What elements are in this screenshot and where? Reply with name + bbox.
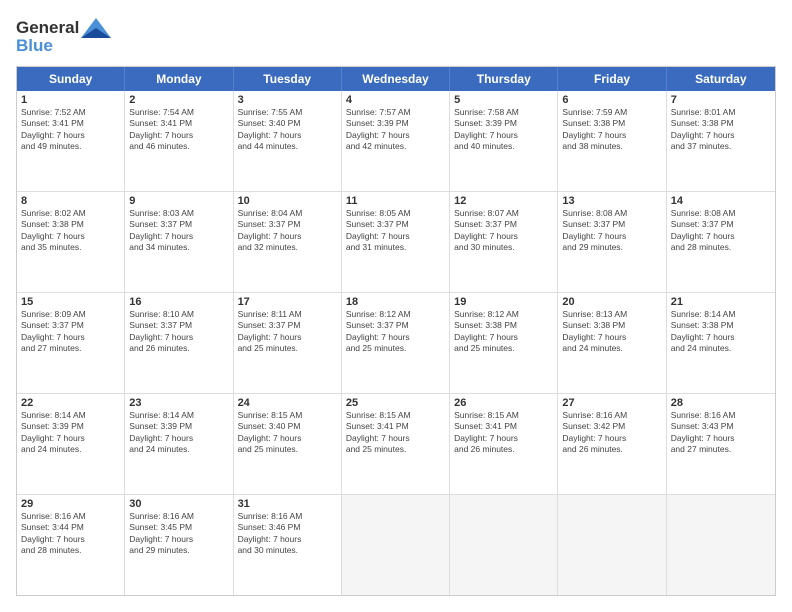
calendar-cell-10: 10Sunrise: 8:04 AMSunset: 3:37 PMDayligh… <box>234 192 342 292</box>
calendar-header: Sunday Monday Tuesday Wednesday Thursday… <box>17 67 775 91</box>
calendar-cell-30: 30Sunrise: 8:16 AMSunset: 3:45 PMDayligh… <box>125 495 233 595</box>
weekday-tuesday: Tuesday <box>234 67 342 91</box>
calendar-cell-11: 11Sunrise: 8:05 AMSunset: 3:37 PMDayligh… <box>342 192 450 292</box>
calendar-cell-31: 31Sunrise: 8:16 AMSunset: 3:46 PMDayligh… <box>234 495 342 595</box>
calendar-cell-22: 22Sunrise: 8:14 AMSunset: 3:39 PMDayligh… <box>17 394 125 494</box>
logo: General Blue <box>16 16 113 56</box>
calendar-cell-19: 19Sunrise: 8:12 AMSunset: 3:38 PMDayligh… <box>450 293 558 393</box>
weekday-wednesday: Wednesday <box>342 67 450 91</box>
calendar-cell-28: 28Sunrise: 8:16 AMSunset: 3:43 PMDayligh… <box>667 394 775 494</box>
calendar-cell-15: 15Sunrise: 8:09 AMSunset: 3:37 PMDayligh… <box>17 293 125 393</box>
logo-blue: Blue <box>16 36 53 56</box>
calendar-cell-8: 8Sunrise: 8:02 AMSunset: 3:38 PMDaylight… <box>17 192 125 292</box>
calendar-cell-24: 24Sunrise: 8:15 AMSunset: 3:40 PMDayligh… <box>234 394 342 494</box>
calendar-cell-16: 16Sunrise: 8:10 AMSunset: 3:37 PMDayligh… <box>125 293 233 393</box>
calendar-cell-2: 2Sunrise: 7:54 AMSunset: 3:41 PMDaylight… <box>125 91 233 191</box>
calendar-cell-4: 4Sunrise: 7:57 AMSunset: 3:39 PMDaylight… <box>342 91 450 191</box>
weekday-saturday: Saturday <box>667 67 775 91</box>
calendar-cell-7: 7Sunrise: 8:01 AMSunset: 3:38 PMDaylight… <box>667 91 775 191</box>
calendar-body: 1Sunrise: 7:52 AMSunset: 3:41 PMDaylight… <box>17 91 775 595</box>
logo-icon <box>81 16 111 40</box>
calendar-cell-14: 14Sunrise: 8:08 AMSunset: 3:37 PMDayligh… <box>667 192 775 292</box>
logo-text: General <box>16 18 79 38</box>
weekday-thursday: Thursday <box>450 67 558 91</box>
calendar-cell-25: 25Sunrise: 8:15 AMSunset: 3:41 PMDayligh… <box>342 394 450 494</box>
calendar-cell-18: 18Sunrise: 8:12 AMSunset: 3:37 PMDayligh… <box>342 293 450 393</box>
calendar-cell-17: 17Sunrise: 8:11 AMSunset: 3:37 PMDayligh… <box>234 293 342 393</box>
calendar-cell-29: 29Sunrise: 8:16 AMSunset: 3:44 PMDayligh… <box>17 495 125 595</box>
calendar-cell-26: 26Sunrise: 8:15 AMSunset: 3:41 PMDayligh… <box>450 394 558 494</box>
calendar-row-4: 29Sunrise: 8:16 AMSunset: 3:44 PMDayligh… <box>17 494 775 595</box>
logo-general: General <box>16 18 79 37</box>
calendar-cell-13: 13Sunrise: 8:08 AMSunset: 3:37 PMDayligh… <box>558 192 666 292</box>
calendar-row-1: 8Sunrise: 8:02 AMSunset: 3:38 PMDaylight… <box>17 191 775 292</box>
calendar-row-3: 22Sunrise: 8:14 AMSunset: 3:39 PMDayligh… <box>17 393 775 494</box>
calendar-cell-12: 12Sunrise: 8:07 AMSunset: 3:37 PMDayligh… <box>450 192 558 292</box>
page: General Blue Sunday Monday Tuesday Wedne… <box>0 0 792 612</box>
weekday-monday: Monday <box>125 67 233 91</box>
calendar-cell-9: 9Sunrise: 8:03 AMSunset: 3:37 PMDaylight… <box>125 192 233 292</box>
calendar-cell-empty <box>667 495 775 595</box>
calendar-row: 1Sunrise: 7:52 AMSunset: 3:41 PMDaylight… <box>17 91 775 191</box>
calendar-cell-21: 21Sunrise: 8:14 AMSunset: 3:38 PMDayligh… <box>667 293 775 393</box>
calendar-cell-empty <box>342 495 450 595</box>
header: General Blue <box>16 16 776 56</box>
calendar-cell-27: 27Sunrise: 8:16 AMSunset: 3:42 PMDayligh… <box>558 394 666 494</box>
weekday-friday: Friday <box>558 67 666 91</box>
calendar-cell-3: 3Sunrise: 7:55 AMSunset: 3:40 PMDaylight… <box>234 91 342 191</box>
calendar-cell-20: 20Sunrise: 8:13 AMSunset: 3:38 PMDayligh… <box>558 293 666 393</box>
calendar-cell-empty <box>558 495 666 595</box>
calendar-row-2: 15Sunrise: 8:09 AMSunset: 3:37 PMDayligh… <box>17 292 775 393</box>
calendar-cell-6: 6Sunrise: 7:59 AMSunset: 3:38 PMDaylight… <box>558 91 666 191</box>
weekday-sunday: Sunday <box>17 67 125 91</box>
calendar: Sunday Monday Tuesday Wednesday Thursday… <box>16 66 776 596</box>
calendar-cell-1: 1Sunrise: 7:52 AMSunset: 3:41 PMDaylight… <box>17 91 125 191</box>
calendar-cell-5: 5Sunrise: 7:58 AMSunset: 3:39 PMDaylight… <box>450 91 558 191</box>
calendar-cell-empty <box>450 495 558 595</box>
calendar-cell-23: 23Sunrise: 8:14 AMSunset: 3:39 PMDayligh… <box>125 394 233 494</box>
